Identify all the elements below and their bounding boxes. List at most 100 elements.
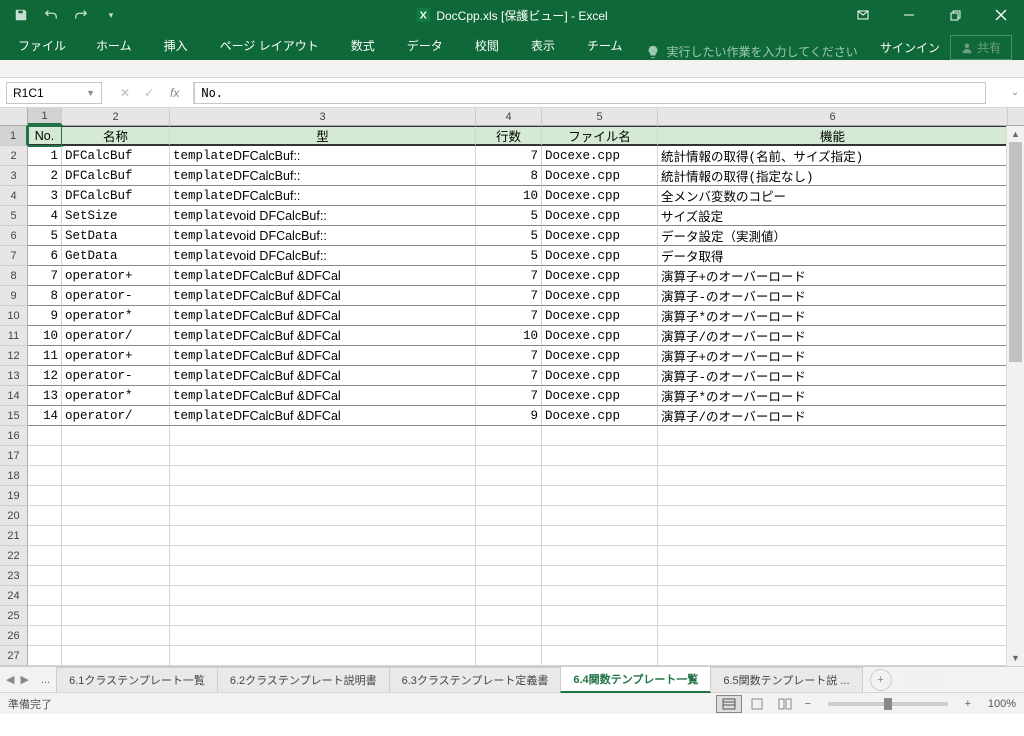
cell-type[interactable]: template DFCalcBuf &DFCal [170, 286, 476, 306]
sheet-nav-next[interactable]: ▶ [20, 673, 28, 686]
cell-lines[interactable]: 10 [476, 186, 542, 206]
cell-no[interactable]: 4 [28, 206, 62, 226]
cell-no[interactable]: 12 [28, 366, 62, 386]
row-header[interactable]: 12 [0, 346, 28, 366]
row-header[interactable]: 22 [0, 546, 28, 566]
vertical-scrollbar[interactable]: ▲ ▼ [1006, 126, 1024, 666]
sheet-tab-1[interactable]: 6.1クラステンプレート一覧 [56, 667, 218, 692]
cell-empty[interactable] [62, 606, 170, 626]
cell-empty[interactable] [28, 646, 62, 666]
cell-empty[interactable] [658, 546, 1008, 566]
cell-empty[interactable] [62, 646, 170, 666]
col-header-2[interactable]: 2 [62, 108, 170, 125]
cell-empty[interactable] [28, 446, 62, 466]
cell-func[interactable]: 演算子*のオーバーロード [658, 386, 1008, 406]
cell-no[interactable]: 3 [28, 186, 62, 206]
tab-team[interactable]: チーム [571, 31, 639, 60]
cell-type[interactable]: template DFCalcBuf &DFCal [170, 366, 476, 386]
cell-type[interactable]: template void DFCalcBuf:: [170, 206, 476, 226]
cell-empty[interactable] [28, 466, 62, 486]
close-button[interactable] [978, 0, 1024, 30]
cell-no[interactable]: 1 [28, 146, 62, 166]
enter-formula-button[interactable]: ✓ [138, 82, 160, 104]
sheet-tab-3[interactable]: 6.3クラステンプレート定義書 [389, 667, 562, 692]
cell-lines[interactable]: 7 [476, 346, 542, 366]
cell-file[interactable]: Docexe.cpp [542, 246, 658, 266]
row-header[interactable]: 17 [0, 446, 28, 466]
tab-file[interactable]: ファイル [4, 31, 80, 60]
cell-empty[interactable] [542, 586, 658, 606]
cell-type[interactable]: template DFCalcBuf &DFCal [170, 406, 476, 426]
cell-empty[interactable] [542, 506, 658, 526]
ribbon-display-button[interactable] [840, 0, 886, 30]
select-all-corner[interactable] [0, 108, 28, 125]
cell-empty[interactable] [476, 566, 542, 586]
cell-func[interactable]: 統計情報の取得(指定なし) [658, 166, 1008, 186]
zoom-out-button[interactable]: − [800, 698, 816, 710]
cell-empty[interactable] [170, 586, 476, 606]
cell-empty[interactable] [542, 566, 658, 586]
cell-func[interactable]: 全メンバ変数のコピー [658, 186, 1008, 206]
row-header[interactable]: 16 [0, 426, 28, 446]
cell-lines[interactable]: 7 [476, 286, 542, 306]
cell-header-file[interactable]: ファイル名 [542, 126, 658, 146]
cell-name[interactable]: operator/ [62, 326, 170, 346]
cell-lines[interactable]: 5 [476, 246, 542, 266]
cell-type[interactable]: template DFCalcBuf &DFCal [170, 266, 476, 286]
cell-file[interactable]: Docexe.cpp [542, 206, 658, 226]
sheet-tab-4[interactable]: 6.4関数テンプレート一覧 [560, 666, 711, 693]
cell-empty[interactable] [170, 486, 476, 506]
cell-empty[interactable] [28, 546, 62, 566]
cell-lines[interactable]: 7 [476, 366, 542, 386]
cell-file[interactable]: Docexe.cpp [542, 186, 658, 206]
cell-no[interactable]: 6 [28, 246, 62, 266]
cell-lines[interactable]: 7 [476, 386, 542, 406]
row-header[interactable]: 26 [0, 626, 28, 646]
cell-empty[interactable] [170, 446, 476, 466]
zoom-level[interactable]: 100% [988, 698, 1016, 710]
horizontal-scrollbar[interactable] [902, 672, 942, 688]
cell-lines[interactable]: 5 [476, 206, 542, 226]
tab-formulas[interactable]: 数式 [335, 31, 391, 60]
maximize-button[interactable] [932, 0, 978, 30]
cell-empty[interactable] [658, 586, 1008, 606]
cell-empty[interactable] [170, 506, 476, 526]
row-header[interactable]: 15 [0, 406, 28, 426]
sheet-overflow-left[interactable]: ... [35, 674, 56, 686]
cell-file[interactable]: Docexe.cpp [542, 226, 658, 246]
tab-review[interactable]: 校閲 [459, 31, 515, 60]
cell-name[interactable]: operator/ [62, 406, 170, 426]
cell-empty[interactable] [476, 526, 542, 546]
cell-header-no[interactable]: No. [28, 126, 62, 146]
cell-empty[interactable] [170, 426, 476, 446]
cell-lines[interactable]: 10 [476, 326, 542, 346]
cell-empty[interactable] [476, 486, 542, 506]
cell-empty[interactable] [62, 526, 170, 546]
row-header[interactable]: 13 [0, 366, 28, 386]
cell-func[interactable]: 統計情報の取得(名前、サイズ指定) [658, 146, 1008, 166]
col-header-3[interactable]: 3 [170, 108, 476, 125]
cell-no[interactable]: 11 [28, 346, 62, 366]
cell-name[interactable]: operator* [62, 306, 170, 326]
row-header[interactable]: 20 [0, 506, 28, 526]
tab-home[interactable]: ホーム [80, 31, 148, 60]
cell-func[interactable]: 演算子-のオーバーロード [658, 366, 1008, 386]
cell-type[interactable]: template DFCalcBuf &DFCal [170, 386, 476, 406]
undo-button[interactable] [38, 2, 64, 28]
cell-empty[interactable] [658, 646, 1008, 666]
cell-empty[interactable] [476, 626, 542, 646]
cell-func[interactable]: 演算子-のオーバーロード [658, 286, 1008, 306]
cell-name[interactable]: DFCalcBuf [62, 186, 170, 206]
cell-empty[interactable] [62, 426, 170, 446]
cell-name[interactable]: operator- [62, 286, 170, 306]
row-header[interactable]: 21 [0, 526, 28, 546]
cell-empty[interactable] [476, 466, 542, 486]
col-header-5[interactable]: 5 [542, 108, 658, 125]
col-header-4[interactable]: 4 [476, 108, 542, 125]
cell-empty[interactable] [28, 606, 62, 626]
cell-empty[interactable] [170, 626, 476, 646]
cell-file[interactable]: Docexe.cpp [542, 286, 658, 306]
row-header[interactable]: 4 [0, 186, 28, 206]
cell-empty[interactable] [28, 506, 62, 526]
cell-empty[interactable] [170, 566, 476, 586]
